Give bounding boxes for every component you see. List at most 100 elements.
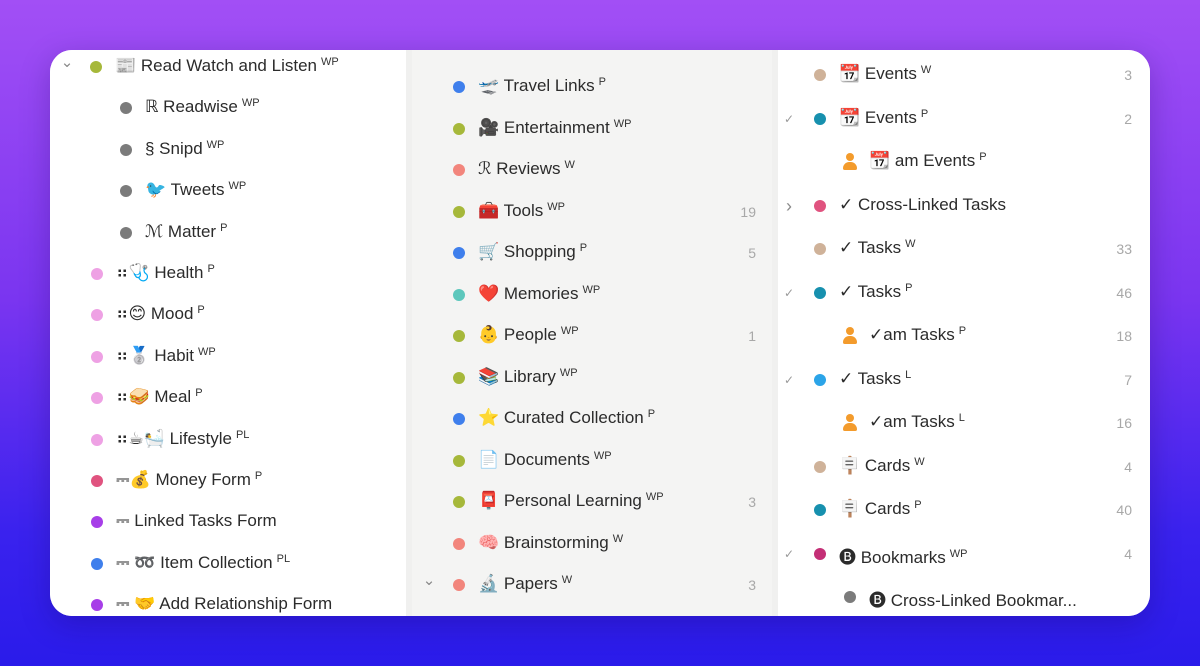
item-label: 🪧 Cards P — [839, 499, 922, 519]
chevron-down-icon[interactable]: ⌄ — [422, 571, 436, 589]
list-item[interactable]: ❤️ Memories WP — [412, 278, 778, 312]
placard-label-text: 🪧 Cards — [839, 499, 911, 518]
scope-badge: P — [220, 221, 228, 234]
chevron-right-icon[interactable]: › — [782, 196, 796, 217]
list-item[interactable]: ✓am Tasks P 18 — [778, 319, 1150, 353]
list-item[interactable]: ✓am Tasks L 16 — [778, 406, 1150, 440]
list-item[interactable]: 📮 Personal Learning WP 3 — [412, 485, 778, 519]
list-item[interactable]: § Snipd WP — [50, 133, 412, 167]
item-label: ⠶☕🛀 Lifestyle PL — [116, 429, 249, 449]
microscope-label-text: 🔬 Papers — [478, 574, 558, 593]
list-item[interactable]: ✓ 📆 Events P 2 — [778, 102, 1150, 136]
list-item[interactable]: ⌄ 📰 Read Watch and Listen WP — [50, 50, 412, 84]
list-item[interactable]: ✓ ✓ Tasks P 46 — [778, 276, 1150, 310]
list-item[interactable]: 🧠 Brainstorming W — [412, 527, 778, 561]
list-item[interactable]: ✓ Tasks W 33 — [778, 232, 1150, 266]
list-item[interactable]: 🪧 Cards W 4 — [778, 450, 1150, 484]
cart-label-text: 🛒 Shopping — [478, 242, 576, 261]
list-item[interactable]: ℳ Matter P — [50, 216, 412, 250]
color-dot — [453, 164, 465, 176]
calendar-label-text: 📆 am Events — [869, 151, 976, 170]
item-count: 1 — [748, 328, 756, 344]
list-item[interactable]: 📚 Library WP — [412, 361, 778, 395]
color-dot — [814, 547, 826, 560]
list-item[interactable]: ⠶☕🛀 Lifestyle PL — [50, 423, 412, 457]
item-label: ✓am Tasks P — [869, 325, 966, 345]
list-item[interactable]: 🛫 Travel Links P — [412, 70, 778, 104]
item-label: 🅑 Cross-Linked Bookmar... — [869, 586, 1077, 611]
item-label: 👶 People WP — [478, 325, 579, 345]
readwise-label-text: ℝ Readwise — [145, 97, 238, 117]
camera-label-text: 🎥 Entertainment — [478, 117, 610, 137]
item-label: ⭐ Curated Collection P — [478, 408, 655, 428]
scope-badge: P — [905, 281, 913, 294]
list-item[interactable]: ⎓ 🤝 Add Relationship Form — [50, 588, 412, 616]
scope-badge: P — [914, 499, 922, 511]
list-item[interactable]: ⠶🩺 Health P — [50, 257, 412, 291]
item-label: ⎓💰 Money Form P — [116, 470, 262, 490]
color-dot — [91, 433, 103, 446]
list-item[interactable]: ⠶😊 Mood P — [50, 298, 412, 332]
database-list-card: ⌄ 📰 Read Watch and Listen WP ℝ Readwise WP § … — [50, 50, 1150, 616]
checkmark-icon: ✓ — [783, 546, 795, 561]
item-label: 📮 Personal Learning WP — [478, 491, 664, 511]
item-label: ℛ Reviews W — [478, 159, 575, 179]
color-dot — [814, 199, 826, 212]
person-icon-body — [843, 162, 857, 170]
scope-badge: WP — [613, 117, 632, 130]
person-icon — [842, 153, 858, 171]
color-dot — [91, 268, 103, 280]
list-item[interactable]: ⎓💰 Money Form P — [50, 464, 412, 498]
list-item[interactable]: 📆 am Events P — [778, 145, 1150, 179]
item-label: ⎓ Linked Tasks Form — [116, 511, 277, 531]
color-dot — [453, 122, 465, 135]
scope-badge: P — [598, 76, 606, 88]
list-item[interactable]: ⠶🥪 Meal P — [50, 381, 412, 415]
color-dot — [453, 205, 465, 218]
item-label: 🧠 Brainstorming W — [478, 533, 623, 553]
list-item[interactable]: ℛ Reviews W — [412, 153, 778, 187]
scope-badge: L — [958, 412, 965, 424]
list-item[interactable]: › ✓ Cross-Linked Tasks — [778, 189, 1150, 223]
scope-badge: WP — [949, 547, 968, 560]
item-label: 🛫 Travel Links P — [478, 76, 606, 96]
bird-label-text: 🐦 Tweets — [145, 180, 225, 200]
color-dot — [453, 330, 465, 342]
item-label: § Snipd WP — [145, 139, 224, 159]
scope-badge: P — [197, 304, 205, 317]
scope-badge: WP — [560, 325, 579, 337]
list-item[interactable]: 🅑 Cross-Linked Bookmar... — [778, 580, 1150, 614]
bread-label-text: ⠶🥪 Meal — [116, 387, 192, 407]
list-item[interactable]: 📆 Events W 3 — [778, 58, 1150, 92]
list-item[interactable]: ✓ 🅑 Bookmarks WP 4 — [778, 537, 1150, 571]
list-item[interactable]: 📄 Documents WP — [412, 444, 778, 478]
scope-badge: WP — [206, 138, 225, 151]
script-r-label-text: ℛ Reviews — [478, 159, 561, 178]
section-label-text: § Snipd — [145, 138, 203, 158]
list-item[interactable]: 🪧 Cards P 40 — [778, 493, 1150, 527]
list-item[interactable]: 🎥 Entertainment WP — [412, 112, 778, 146]
list-item[interactable]: ℝ Readwise WP — [50, 91, 412, 125]
item-label: 🅑 Bookmarks WP — [839, 543, 967, 568]
scope-badge: W — [920, 64, 932, 76]
list-item[interactable]: ⠶🥈 Habit WP — [50, 340, 412, 374]
scope-badge: WP — [320, 56, 339, 68]
list-item[interactable]: 🛒 Shopping P 5 — [412, 236, 778, 270]
list-item[interactable]: 🐦 Tweets WP — [50, 174, 412, 208]
matter-label-text: ℳ Matter — [145, 221, 217, 241]
checkmark-label-text: ✓ Cross-Linked Tasks — [839, 194, 1006, 214]
item-count: 33 — [1116, 241, 1132, 257]
color-dot — [814, 243, 826, 255]
scope-badge: PL — [276, 552, 291, 565]
list-item[interactable]: ⎓ Linked Tasks Form — [50, 505, 412, 539]
list-item[interactable]: ⭐ Curated Collection P — [412, 402, 778, 436]
scope-badge: P — [579, 242, 588, 254]
list-item[interactable]: 👶 People WP 1 — [412, 319, 778, 353]
list-item[interactable]: ✓ ✓ Tasks L 7 — [778, 363, 1150, 397]
bookmark-b-label-text: 🅑 Bookmarks — [839, 547, 946, 567]
checkmark-label-text: ✓am Tasks — [869, 412, 955, 431]
chevron-down-icon[interactable]: ⌄ — [60, 53, 74, 71]
list-item[interactable]: ⎓ ➿ Item Collection PL — [50, 547, 412, 581]
list-item[interactable]: ⌄ 🔬 Papers W 3 — [412, 568, 778, 602]
list-item[interactable]: 🧰 Tools WP 19 — [412, 195, 778, 229]
